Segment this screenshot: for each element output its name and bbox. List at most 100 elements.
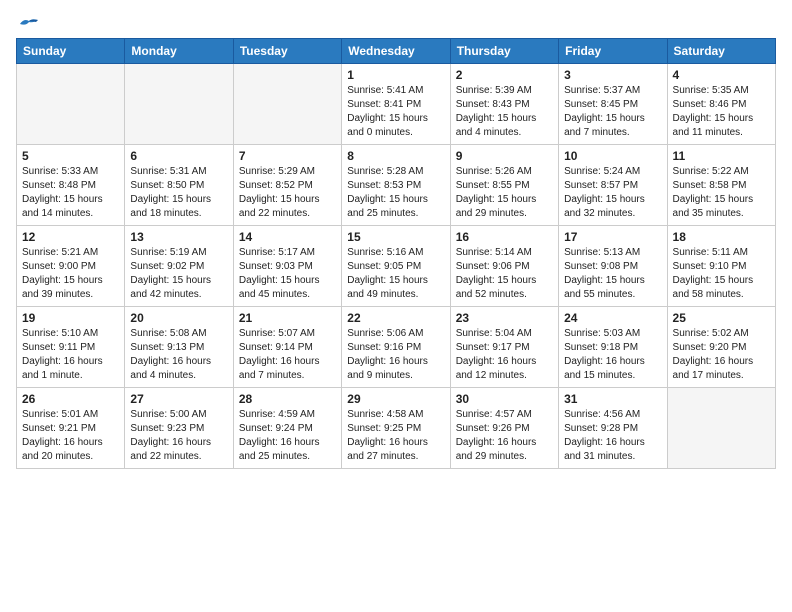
day-info: Sunrise: 5:04 AMSunset: 9:17 PMDaylight:…	[456, 327, 553, 383]
day-number: 11	[673, 149, 770, 163]
calendar-day: 1 Sunrise: 5:41 AMSunset: 8:41 PMDaylight…	[342, 64, 450, 145]
calendar-day: 27 Sunrise: 5:00 AMSunset: 9:23 PMDayligh…	[125, 388, 233, 469]
calendar-day	[667, 388, 775, 469]
calendar-day: 10 Sunrise: 5:24 AMSunset: 8:57 PMDayligh…	[559, 145, 667, 226]
weekday-header-sunday: Sunday	[17, 39, 125, 64]
calendar-day: 25 Sunrise: 5:02 AMSunset: 9:20 PMDayligh…	[667, 307, 775, 388]
calendar-day: 19Sunrise: 5:10 AMSunset: 9:11 PMDayligh…	[17, 307, 125, 388]
day-number: 25	[673, 311, 770, 325]
day-number: 27	[130, 392, 227, 406]
day-number: 13	[130, 230, 227, 244]
weekday-header-monday: Monday	[125, 39, 233, 64]
day-number: 15	[347, 230, 444, 244]
calendar-day: 9 Sunrise: 5:26 AMSunset: 8:55 PMDaylight…	[450, 145, 558, 226]
day-info: Sunrise: 5:19 AMSunset: 9:02 PMDaylight:…	[130, 246, 227, 302]
day-number: 28	[239, 392, 336, 406]
day-number: 31	[564, 392, 661, 406]
day-info: Sunrise: 5:07 AMSunset: 9:14 PMDaylight:…	[239, 327, 336, 383]
calendar-day: 24 Sunrise: 5:03 AMSunset: 9:18 PMDayligh…	[559, 307, 667, 388]
calendar-day	[233, 64, 341, 145]
day-number: 12	[22, 230, 119, 244]
day-info: Sunrise: 5:14 AMSunset: 9:06 PMDaylight:…	[456, 246, 553, 302]
logo	[16, 16, 40, 28]
day-number: 4	[673, 68, 770, 82]
weekday-header-wednesday: Wednesday	[342, 39, 450, 64]
day-info: Sunrise: 5:03 AMSunset: 9:18 PMDaylight:…	[564, 327, 661, 383]
day-number: 18	[673, 230, 770, 244]
calendar-week-4: 19Sunrise: 5:10 AMSunset: 9:11 PMDayligh…	[17, 307, 776, 388]
day-number: 16	[456, 230, 553, 244]
calendar-day: 23 Sunrise: 5:04 AMSunset: 9:17 PMDayligh…	[450, 307, 558, 388]
day-number: 10	[564, 149, 661, 163]
calendar-day: 21Sunrise: 5:07 AMSunset: 9:14 PMDayligh…	[233, 307, 341, 388]
calendar-day: 5 Sunrise: 5:33 AMSunset: 8:48 PMDaylight…	[17, 145, 125, 226]
calendar-day: 17 Sunrise: 5:13 AMSunset: 9:08 PMDayligh…	[559, 226, 667, 307]
day-number: 30	[456, 392, 553, 406]
weekday-header-saturday: Saturday	[667, 39, 775, 64]
day-info: Sunrise: 5:13 AMSunset: 9:08 PMDaylight:…	[564, 246, 661, 302]
calendar-week-3: 12 Sunrise: 5:21 AMSunset: 9:00 PMDayligh…	[17, 226, 776, 307]
day-info: Sunrise: 4:58 AMSunset: 9:25 PMDaylight:…	[347, 408, 444, 464]
day-number: 9	[456, 149, 553, 163]
calendar-day: 7Sunrise: 5:29 AMSunset: 8:52 PMDaylight…	[233, 145, 341, 226]
day-number: 1	[347, 68, 444, 82]
calendar-week-5: 26 Sunrise: 5:01 AMSunset: 9:21 PMDayligh…	[17, 388, 776, 469]
day-info: Sunrise: 5:17 AMSunset: 9:03 PMDaylight:…	[239, 246, 336, 302]
weekday-header-thursday: Thursday	[450, 39, 558, 64]
calendar-day: 6Sunrise: 5:31 AMSunset: 8:50 PMDaylight…	[125, 145, 233, 226]
day-info: Sunrise: 5:10 AMSunset: 9:11 PMDaylight:…	[22, 327, 119, 383]
calendar-day: 31 Sunrise: 4:56 AMSunset: 9:28 PMDayligh…	[559, 388, 667, 469]
calendar-day: 13 Sunrise: 5:19 AMSunset: 9:02 PMDayligh…	[125, 226, 233, 307]
day-number: 3	[564, 68, 661, 82]
calendar-day: 11 Sunrise: 5:22 AMSunset: 8:58 PMDayligh…	[667, 145, 775, 226]
calendar-table: SundayMondayTuesdayWednesdayThursdayFrid…	[16, 38, 776, 469]
day-number: 23	[456, 311, 553, 325]
day-info: Sunrise: 4:59 AMSunset: 9:24 PMDaylight:…	[239, 408, 336, 464]
day-info: Sunrise: 5:24 AMSunset: 8:57 PMDaylight:…	[564, 165, 661, 221]
calendar-day: 3 Sunrise: 5:37 AMSunset: 8:45 PMDaylight…	[559, 64, 667, 145]
day-info: Sunrise: 5:02 AMSunset: 9:20 PMDaylight:…	[673, 327, 770, 383]
calendar-week-2: 5 Sunrise: 5:33 AMSunset: 8:48 PMDaylight…	[17, 145, 776, 226]
calendar-day: 16 Sunrise: 5:14 AMSunset: 9:06 PMDayligh…	[450, 226, 558, 307]
day-info: Sunrise: 5:28 AMSunset: 8:53 PMDaylight:…	[347, 165, 444, 221]
day-info: Sunrise: 5:00 AMSunset: 9:23 PMDaylight:…	[130, 408, 227, 464]
calendar-day: 22 Sunrise: 5:06 AMSunset: 9:16 PMDayligh…	[342, 307, 450, 388]
day-number: 2	[456, 68, 553, 82]
calendar-day: 8 Sunrise: 5:28 AMSunset: 8:53 PMDaylight…	[342, 145, 450, 226]
day-info: Sunrise: 5:26 AMSunset: 8:55 PMDaylight:…	[456, 165, 553, 221]
day-info: Sunrise: 5:08 AMSunset: 9:13 PMDaylight:…	[130, 327, 227, 383]
day-number: 5	[22, 149, 119, 163]
weekday-header-tuesday: Tuesday	[233, 39, 341, 64]
day-info: Sunrise: 5:41 AMSunset: 8:41 PMDaylight:…	[347, 84, 444, 140]
day-info: Sunrise: 5:35 AMSunset: 8:46 PMDaylight:…	[673, 84, 770, 140]
day-info: Sunrise: 5:39 AMSunset: 8:43 PMDaylight:…	[456, 84, 553, 140]
day-number: 8	[347, 149, 444, 163]
day-info: Sunrise: 4:56 AMSunset: 9:28 PMDaylight:…	[564, 408, 661, 464]
day-number: 20	[130, 311, 227, 325]
day-info: Sunrise: 5:31 AMSunset: 8:50 PMDaylight:…	[130, 165, 227, 221]
day-number: 14	[239, 230, 336, 244]
calendar-day	[125, 64, 233, 145]
calendar-day	[17, 64, 125, 145]
day-info: Sunrise: 5:37 AMSunset: 8:45 PMDaylight:…	[564, 84, 661, 140]
day-number: 24	[564, 311, 661, 325]
day-info: Sunrise: 5:33 AMSunset: 8:48 PMDaylight:…	[22, 165, 119, 221]
day-number: 7	[239, 149, 336, 163]
day-info: Sunrise: 4:57 AMSunset: 9:26 PMDaylight:…	[456, 408, 553, 464]
day-info: Sunrise: 5:22 AMSunset: 8:58 PMDaylight:…	[673, 165, 770, 221]
calendar-day: 15 Sunrise: 5:16 AMSunset: 9:05 PMDayligh…	[342, 226, 450, 307]
day-info: Sunrise: 5:16 AMSunset: 9:05 PMDaylight:…	[347, 246, 444, 302]
calendar-day: 20 Sunrise: 5:08 AMSunset: 9:13 PMDayligh…	[125, 307, 233, 388]
calendar-day: 14 Sunrise: 5:17 AMSunset: 9:03 PMDayligh…	[233, 226, 341, 307]
day-number: 26	[22, 392, 119, 406]
calendar-day: 30 Sunrise: 4:57 AMSunset: 9:26 PMDayligh…	[450, 388, 558, 469]
day-info: Sunrise: 5:06 AMSunset: 9:16 PMDaylight:…	[347, 327, 444, 383]
day-number: 17	[564, 230, 661, 244]
calendar-header-row: SundayMondayTuesdayWednesdayThursdayFrid…	[17, 39, 776, 64]
logo-bird-icon	[18, 16, 40, 32]
day-info: Sunrise: 5:01 AMSunset: 9:21 PMDaylight:…	[22, 408, 119, 464]
day-info: Sunrise: 5:21 AMSunset: 9:00 PMDaylight:…	[22, 246, 119, 302]
calendar-day: 26 Sunrise: 5:01 AMSunset: 9:21 PMDayligh…	[17, 388, 125, 469]
day-number: 22	[347, 311, 444, 325]
calendar-day: 2 Sunrise: 5:39 AMSunset: 8:43 PMDaylight…	[450, 64, 558, 145]
